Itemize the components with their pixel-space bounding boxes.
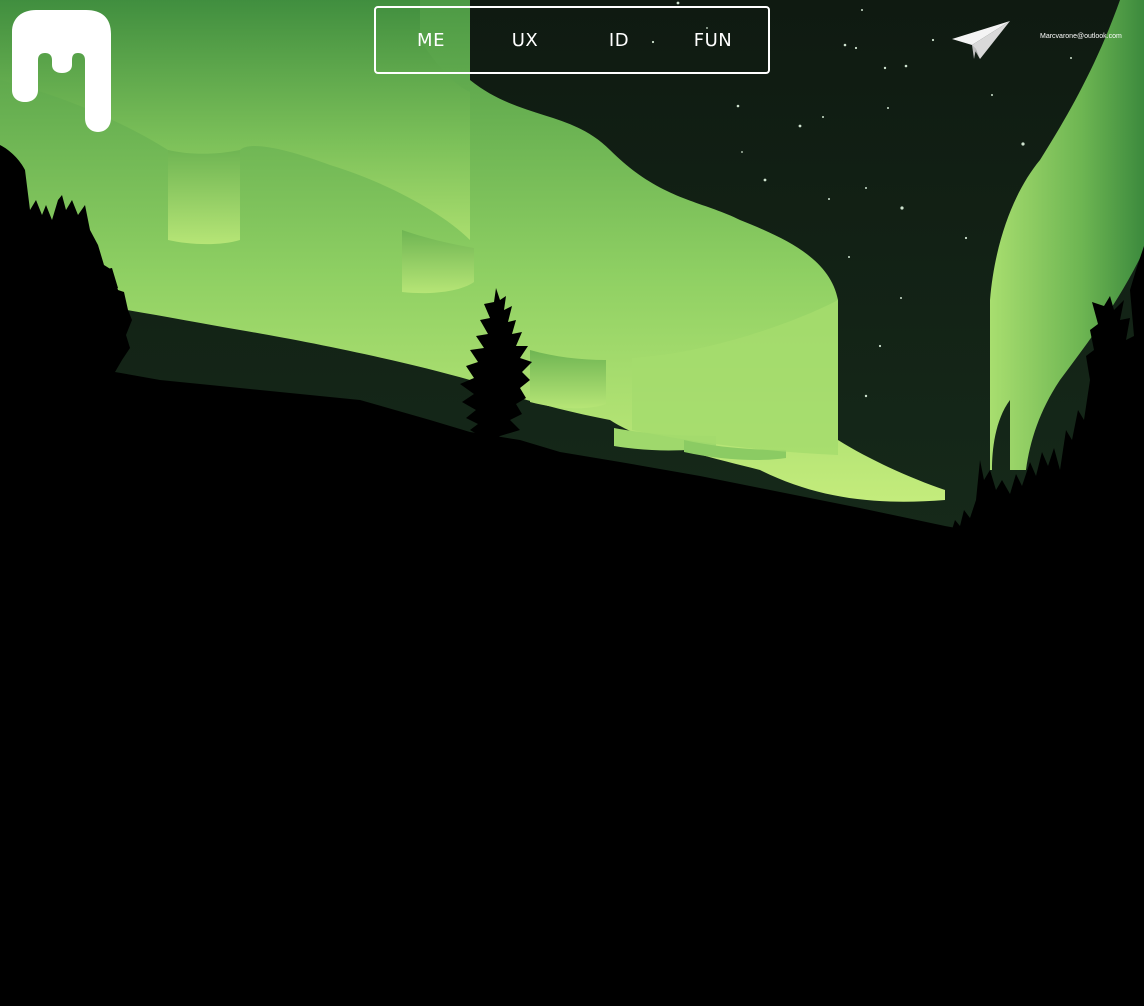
nav-id[interactable]: ID	[579, 30, 659, 51]
paper-plane-icon[interactable]	[950, 19, 1012, 61]
m-logo-icon[interactable]	[12, 10, 112, 134]
contact-email-link[interactable]: Marcvarone@outlook.com	[1040, 33, 1122, 40]
nav-fun[interactable]: FUN	[673, 30, 753, 51]
aurora-hero-illustration	[0, 0, 1144, 1006]
aurora-fold-1	[168, 150, 240, 245]
nav-ux[interactable]: UX	[485, 30, 565, 51]
main-nav: ME UX ID FUN	[374, 6, 770, 74]
page: ME UX ID FUN Marcvarone@outlook.com	[0, 0, 1144, 1006]
nav-me[interactable]: ME	[391, 30, 471, 51]
